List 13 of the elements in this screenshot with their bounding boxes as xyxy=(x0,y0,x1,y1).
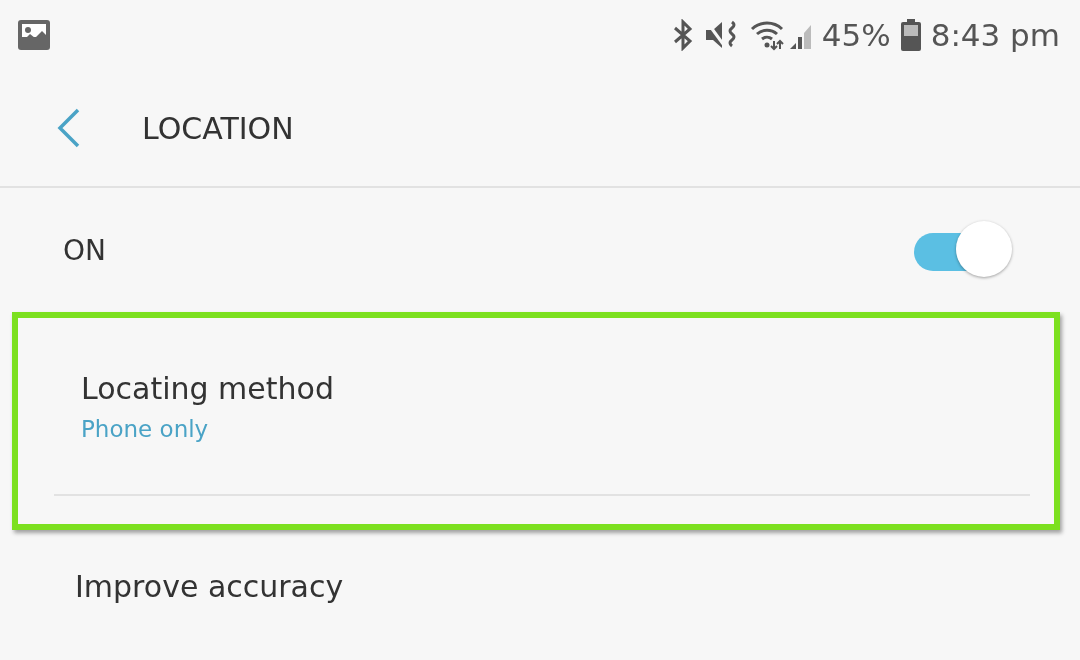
wifi-signal-icon xyxy=(749,19,812,51)
bluetooth-icon xyxy=(671,19,694,51)
clock-time: 8:43 pm xyxy=(930,17,1060,53)
battery-percent: 45% xyxy=(821,17,891,53)
setting-title[interactable]: Locating method xyxy=(81,370,1006,406)
page-title: LOCATION xyxy=(142,110,294,146)
back-button[interactable] xyxy=(56,108,82,148)
gallery-icon xyxy=(18,20,50,50)
location-toggle[interactable] xyxy=(914,221,1012,279)
setting-value: Phone only xyxy=(81,415,210,442)
switch-label: ON xyxy=(63,233,106,267)
setting-title[interactable]: Improve accuracy xyxy=(75,568,1012,604)
battery-icon xyxy=(900,19,921,51)
